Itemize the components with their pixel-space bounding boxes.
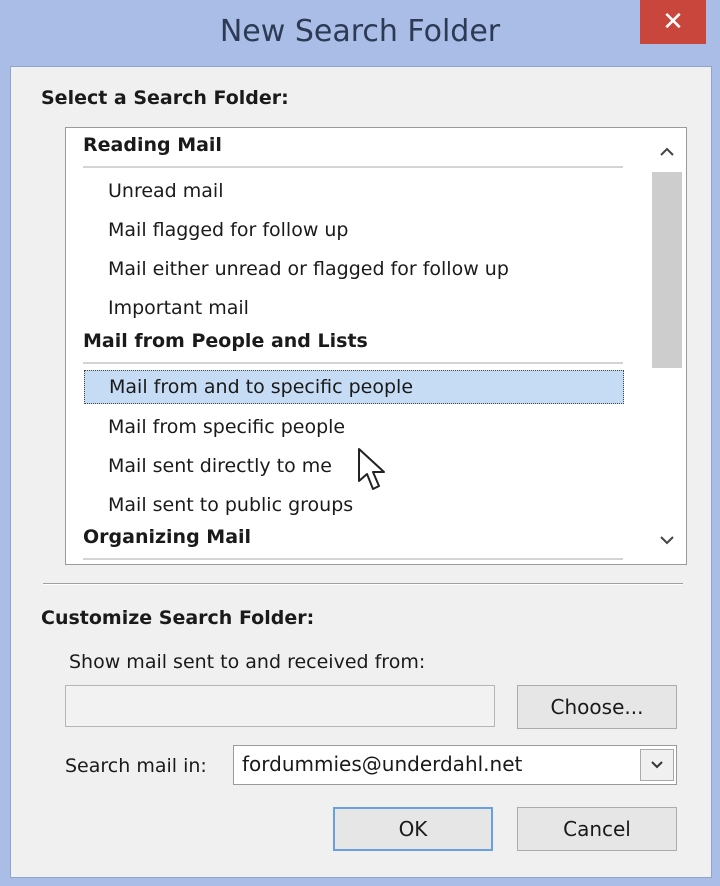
close-button[interactable]: ✕ <box>640 0 706 44</box>
choose-button[interactable]: Choose... <box>517 685 677 729</box>
search-mail-in-select[interactable]: fordummies@underdahl.net <box>233 745 677 785</box>
list-item-from-and-to-people[interactable]: Mail from and to specific people <box>84 370 624 404</box>
chevron-up-icon[interactable] <box>648 134 686 170</box>
group-header-people-lists: Mail from People and Lists <box>83 326 623 364</box>
mouse-pointer-icon <box>357 447 387 497</box>
search-mail-in-value: fordummies@underdahl.net <box>242 752 523 776</box>
chevron-down-icon[interactable] <box>640 749 674 781</box>
scrollbar-thumb[interactable] <box>652 172 682 368</box>
show-mail-field <box>65 685 495 727</box>
dialog-body: Select a Search Folder: Reading Mail Unr… <box>10 66 712 878</box>
title-bar: New Search Folder ✕ <box>0 0 720 66</box>
list-item-from-people[interactable]: Mail from specific people <box>108 410 628 444</box>
list-item-flagged[interactable]: Mail flagged for follow up <box>108 213 628 247</box>
section-divider <box>43 583 683 585</box>
chevron-down-icon[interactable] <box>648 522 686 558</box>
list-item-unread-or-flagged[interactable]: Mail either unread or flagged for follow… <box>108 252 628 286</box>
window-title: New Search Folder <box>219 14 501 49</box>
show-mail-label: Show mail sent to and received from: <box>69 651 426 673</box>
group-header-reading-mail: Reading Mail <box>83 130 623 168</box>
list-item-important[interactable]: Important mail <box>108 291 628 325</box>
search-folder-list[interactable]: Reading Mail Unread mail Mail flagged fo… <box>65 127 687 565</box>
list-content: Reading Mail Unread mail Mail flagged fo… <box>66 128 646 564</box>
select-folder-label: Select a Search Folder: <box>41 87 289 109</box>
ok-button[interactable]: OK <box>333 807 493 851</box>
cancel-button[interactable]: Cancel <box>517 807 677 851</box>
group-header-organizing-mail: Organizing Mail <box>83 522 623 560</box>
customize-label: Customize Search Folder: <box>41 607 315 629</box>
search-mail-in-label: Search mail in: <box>65 755 207 777</box>
list-item-unread-mail[interactable]: Unread mail <box>108 174 628 208</box>
close-icon: ✕ <box>662 7 684 37</box>
list-scrollbar[interactable] <box>648 128 686 564</box>
